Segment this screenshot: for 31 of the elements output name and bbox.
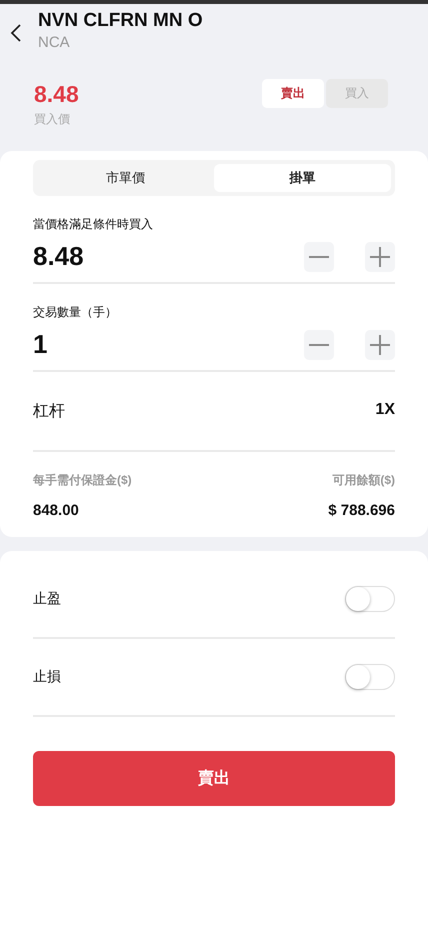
input-field[interactable]: 1 xyxy=(33,329,48,360)
instrument-title: NVN CLFRN MN O xyxy=(38,10,203,32)
price-value: 8.48 xyxy=(34,81,79,108)
order-type-tab[interactable]: 掛單 xyxy=(214,164,391,192)
price-label: 買入價 xyxy=(34,111,71,128)
toggle-label: 止損 xyxy=(33,668,61,686)
order-type-tab[interactable]: 市單價 xyxy=(37,164,214,192)
plus-icon xyxy=(369,334,391,356)
toggle-switch[interactable] xyxy=(345,664,395,690)
margin-label: 每手需付保證金($) xyxy=(33,472,132,489)
side-tab[interactable]: 賣出 xyxy=(262,79,324,108)
leverage-label: 杠杆 xyxy=(33,402,65,422)
leverage-value: 1X xyxy=(375,401,395,420)
balance-value: $ 788.696 xyxy=(328,502,395,519)
field-label: 當價格滿足條件時買入 xyxy=(33,216,154,233)
margin-value: 848.00 xyxy=(33,502,79,519)
back-icon[interactable] xyxy=(10,22,22,42)
minus-icon xyxy=(308,344,330,346)
instrument-code: NCA xyxy=(38,34,71,51)
minus-button[interactable] xyxy=(304,330,334,360)
field-label: 交易數量（手） xyxy=(33,304,118,321)
sell-button[interactable]: 賣出 xyxy=(33,751,395,806)
plus-button[interactable] xyxy=(365,330,395,360)
minus-button[interactable] xyxy=(304,242,334,272)
toggle-switch[interactable] xyxy=(345,586,395,612)
minus-icon xyxy=(308,256,330,258)
input-field[interactable]: 8.48 xyxy=(33,241,84,272)
plus-icon xyxy=(369,246,391,268)
toggle-label: 止盈 xyxy=(33,590,61,608)
balance-label: 可用餘額($) xyxy=(332,472,395,489)
plus-button[interactable] xyxy=(365,242,395,272)
